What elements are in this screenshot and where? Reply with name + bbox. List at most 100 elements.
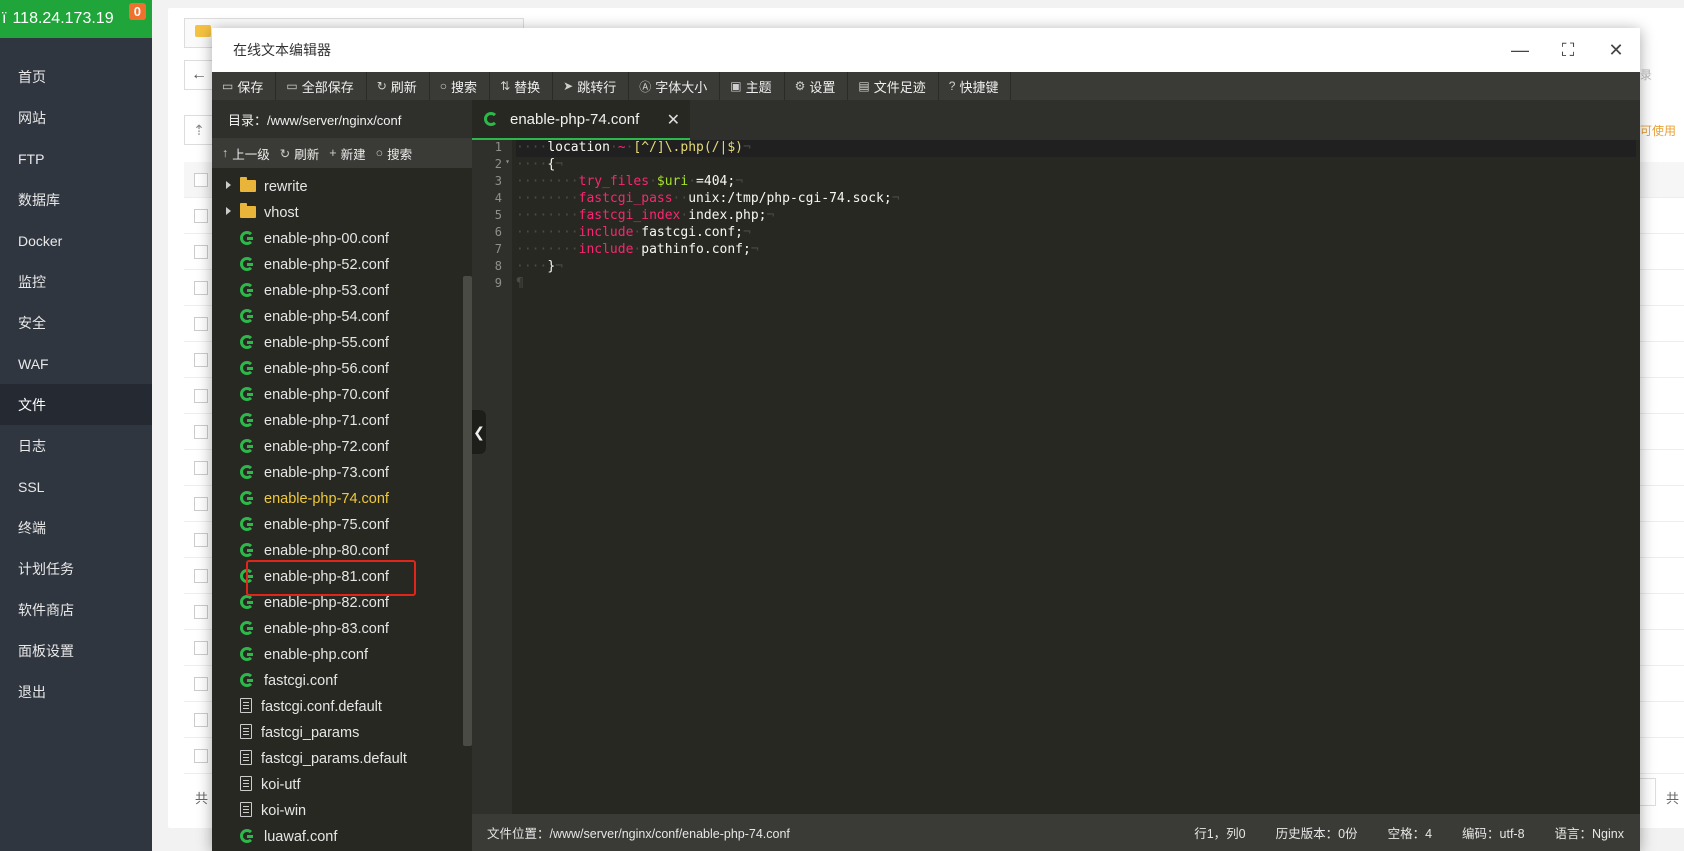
row-checkbox[interactable] [194,317,208,331]
tree-item[interactable]: enable-php-80.conf [212,538,460,564]
tree-action-3[interactable]: ○ 搜索 [376,144,413,163]
expand-arrow-icon[interactable] [226,207,231,215]
row-checkbox[interactable] [194,605,208,619]
status-indent[interactable]: 空格：4 [1388,823,1432,842]
toolbar-button-10[interactable]: ? 快捷键 [939,72,1012,100]
tab-enable-php-74[interactable]: enable-php-74.conf ✕ [472,100,690,140]
sidebar-item-15[interactable]: ◦ 退出 [0,671,152,712]
row-checkbox[interactable] [194,281,208,295]
tree-item[interactable]: enable-php-71.conf [212,408,460,434]
tree-item[interactable]: rewrite [212,174,460,200]
settings-icon: ⚙ [794,79,806,93]
close-tab-icon[interactable]: ✕ [667,110,680,130]
close-icon[interactable]: ✕ [1592,28,1640,72]
tree-action-0[interactable]: ↑ 上一级 [222,144,270,163]
row-checkbox[interactable] [194,389,208,403]
row-checkbox[interactable] [194,677,208,691]
tree-item[interactable]: enable-php.conf [212,642,460,668]
tree-item[interactable]: fastcgi_params [212,720,460,746]
code-area[interactable]: ····location·~·[^/]\.php(/|$)¬ ····{¬ ····… [516,140,1636,293]
toolbar-button-6[interactable]: Ⓐ 字体大小 [629,72,721,100]
sidebar-item-0[interactable]: ◦ 首页 [0,56,152,97]
tree-item[interactable]: koi-win [212,798,460,824]
row-checkbox[interactable] [194,713,208,727]
tree-item[interactable]: enable-php-82.conf [212,590,460,616]
sidebar-item-11[interactable]: ◦ 终端 [0,507,152,548]
tree-scrollbar[interactable] [463,276,472,746]
toolbar-button-0[interactable]: ▭ 保存 [212,72,277,100]
tree-item[interactable]: fastcgi.conf.default [212,694,460,720]
row-checkbox[interactable] [194,173,208,187]
tree-item[interactable]: enable-php-56.conf [212,356,460,382]
tree-item[interactable]: enable-php-83.conf [212,616,460,642]
tree-item[interactable]: enable-php-53.conf [212,278,460,304]
tree-item[interactable]: enable-php-00.conf [212,226,460,252]
toolbar-button-label: 字体大小 [655,79,708,95]
sidebar-item-3[interactable]: ◦ 数据库 [0,179,152,220]
toolbar-button-8[interactable]: ⚙ 设置 [785,72,849,100]
row-checkbox[interactable] [194,749,208,763]
file-tree-list: rewrite vhost enable-php-00.conf enable-php… [212,174,460,850]
maximize-icon[interactable]: ⛶ [1544,28,1592,72]
tree-item[interactable]: enable-php-81.conf [212,564,460,590]
tree-item[interactable]: koi-utf [212,772,460,798]
sidebar-item-8[interactable]: ◦ 文件 [0,384,152,425]
sidebar-item-13[interactable]: ◦ 软件商店 [0,589,152,630]
status-history[interactable]: 历史版本：0份 [1276,823,1358,842]
row-checkbox[interactable] [194,245,208,259]
row-checkbox[interactable] [194,641,208,655]
sidebar-item-6[interactable]: ◦ 安全 [0,302,152,343]
row-checkbox[interactable] [194,497,208,511]
tree-action-2[interactable]: + 新建 [329,144,365,163]
sidebar-item-14[interactable]: ◦ 面板设置 [0,630,152,671]
fold-icon[interactable]: ▾ [505,157,510,166]
row-checkbox[interactable] [194,569,208,583]
toolbar-button-9[interactable]: ▤ 文件足迹 [848,72,939,100]
tree-item[interactable]: enable-php-73.conf [212,460,460,486]
toolbar-button-1[interactable]: ▭ 全部保存 [276,72,367,100]
sidebar-item-9[interactable]: ◦ 日志 [0,425,152,466]
minimize-icon[interactable]: — [1496,28,1544,72]
toolbar-button-7[interactable]: ▣ 主题 [720,72,785,100]
tree-item[interactable]: enable-php-52.conf [212,252,460,278]
tree-item[interactable]: fastcgi.conf [212,668,460,694]
alert-count-badge[interactable]: 0 [128,3,146,20]
row-checkbox[interactable] [194,425,208,439]
server-ip-bar[interactable]: ï 118.24.173.19 0 [0,0,152,38]
status-language[interactable]: 语言：Nginx [1555,823,1624,842]
toolbar-button-4[interactable]: ⇅ 替换 [490,72,554,100]
code-token: include [578,225,634,240]
tree-item[interactable]: enable-php-54.conf [212,304,460,330]
upload-button[interactable]: ⇡ [184,115,214,145]
conf-file-icon [240,543,254,557]
toolbar-button-5[interactable]: ➤ 跳转行 [553,72,630,100]
tree-item[interactable]: luawaf.conf [212,824,460,850]
row-checkbox[interactable] [194,461,208,475]
tree-action-1[interactable]: ↻ 刷新 [280,144,320,163]
tree-item[interactable]: enable-php-55.conf [212,330,460,356]
sidebar-item-2[interactable]: ◦ FTP [0,138,152,179]
tree-item[interactable]: enable-php-70.conf [212,382,460,408]
tree-item[interactable]: enable-php-72.conf [212,434,460,460]
back-button[interactable]: ← [184,60,214,90]
tree-item[interactable]: fastcgi_params.default [212,746,460,772]
expand-arrow-icon[interactable] [226,181,231,189]
row-checkbox[interactable] [194,533,208,547]
sidebar-item-1[interactable]: ◦ 网站 [0,97,152,138]
editor-titlebar[interactable]: 在线文本编辑器 — ⛶ ✕ [212,28,1640,72]
sidebar-item-7[interactable]: ◦ WAF [0,343,152,384]
toolbar-button-2[interactable]: ↻ 刷新 [367,72,430,100]
status-encoding[interactable]: 编码：utf-8 [1462,823,1525,842]
tree-item[interactable]: enable-php-75.conf [212,512,460,538]
tree-item[interactable]: enable-php-74.conf [212,486,460,512]
sidebar-item-10[interactable]: ◦ SSL [0,466,152,507]
tree-item[interactable]: vhost [212,200,460,226]
sidebar-item-4[interactable]: ◦ Docker [0,220,152,261]
toolbar-button-3[interactable]: ○ 搜索 [430,72,491,100]
sidebar-item-12[interactable]: ◦ 计划任务 [0,548,152,589]
code-token: pathinfo.conf; [641,242,751,257]
collapse-sidebar-handle[interactable]: ❮ [472,410,486,454]
sidebar-item-5[interactable]: ◦ 监控 [0,261,152,302]
row-checkbox[interactable] [194,209,208,223]
row-checkbox[interactable] [194,353,208,367]
